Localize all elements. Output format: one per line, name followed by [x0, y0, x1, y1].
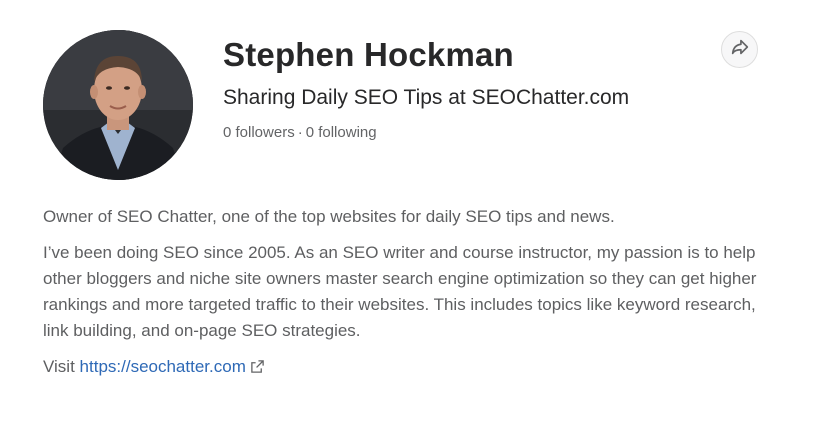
bio-paragraph: I’ve been doing SEO since 2005. As an SE… [43, 243, 757, 340]
following-count[interactable]: 0 following [306, 124, 377, 141]
profile-name: Stephen Hockman [223, 36, 514, 73]
share-arrow-icon [729, 36, 751, 63]
external-link-icon [250, 359, 265, 374]
bio-paragraph: Owner of SEO Chatter, one of the top web… [43, 207, 615, 226]
profile-stats: 0 followers · 0 following [223, 124, 377, 141]
profile-card: Stephen Hockman Sharing Daily SEO Tips a… [0, 0, 819, 425]
profile-bio: Owner of SEO Chatter, one of the top web… [43, 204, 773, 390]
website-link[interactable]: https://seochatter.com [80, 357, 246, 376]
website-line: Visit https://seochatter.com [43, 354, 773, 380]
share-button[interactable] [721, 31, 758, 68]
avatar[interactable] [43, 30, 193, 180]
followers-count[interactable]: 0 followers [223, 124, 295, 141]
profile-tagline: Sharing Daily SEO Tips at SEOChatter.com [223, 86, 630, 109]
visit-label: Visit [43, 357, 75, 376]
stats-separator: · [297, 124, 303, 141]
avatar-photo [43, 30, 193, 180]
